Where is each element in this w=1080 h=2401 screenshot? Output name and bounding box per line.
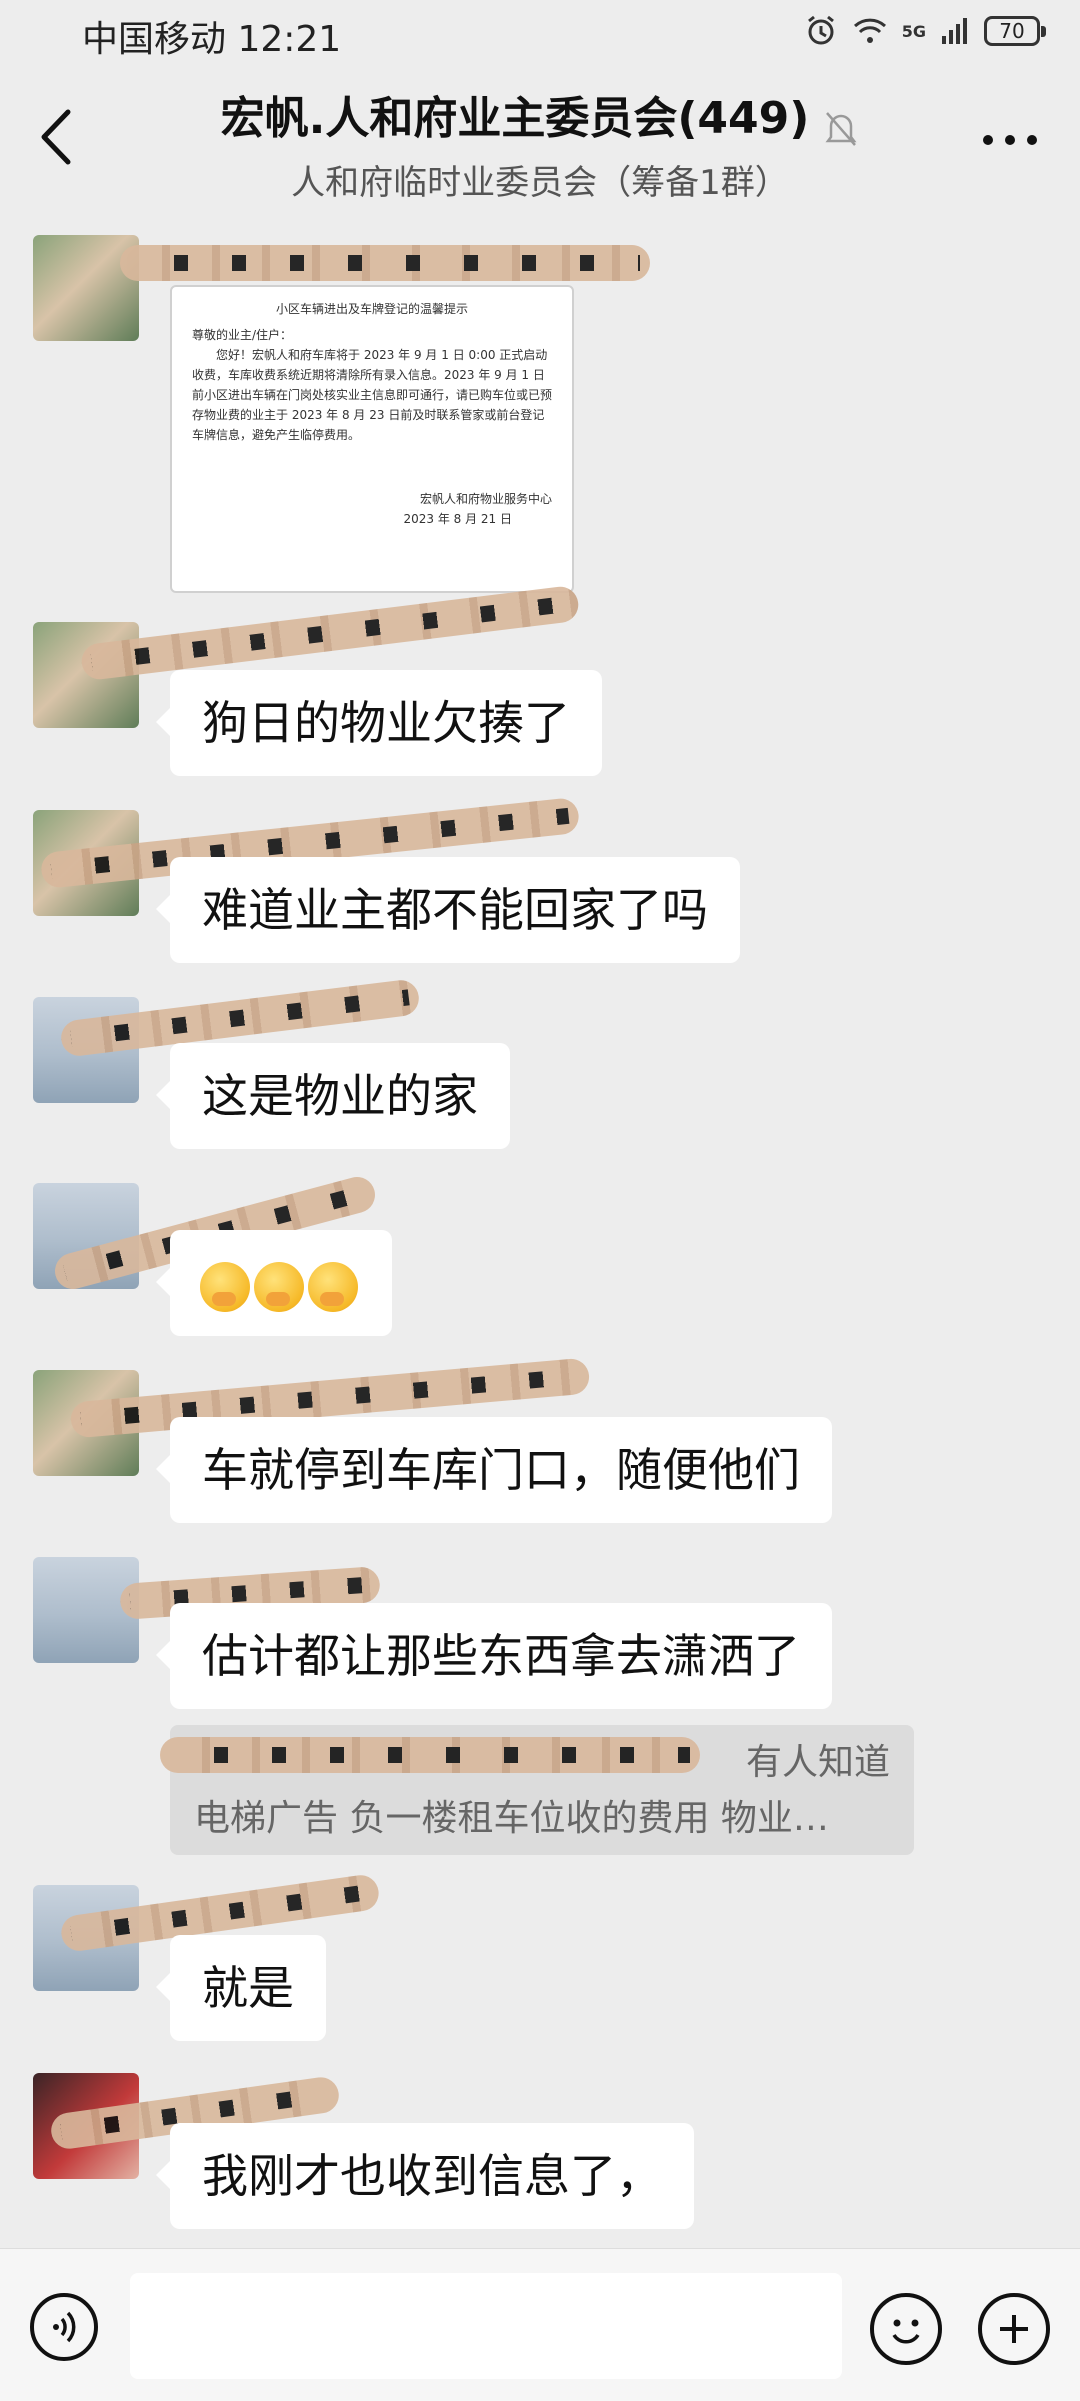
notice-signature: 宏帆人和府物业服务中心 xyxy=(419,492,552,506)
hugging-face-emoji-icon xyxy=(308,1261,358,1312)
hugging-face-emoji-icon xyxy=(254,1261,304,1312)
carrier-time: 中国移动 12:21 xyxy=(82,19,342,60)
notice-greeting: 尊敬的业主/住户： xyxy=(192,328,293,342)
signal-icon xyxy=(942,18,967,44)
voice-input-button[interactable] xyxy=(30,2293,98,2361)
message-bubble[interactable]: 估计都让那些东西拿去潇洒了 xyxy=(156,1603,832,1709)
back-icon[interactable] xyxy=(30,102,80,172)
redacted-sender-name xyxy=(79,584,581,682)
status-icons: 5G 70 xyxy=(804,14,1046,48)
message-bubble[interactable]: 难道业主都不能回家了吗 xyxy=(156,857,740,963)
battery-indicator: 70 xyxy=(984,16,1046,46)
emoji-button[interactable] xyxy=(870,2293,942,2365)
header-title-area: 宏帆.人和府业主委员会(449) 人和府临时业委员会（筹备1群） xyxy=(160,82,920,204)
message-bubble[interactable]: 这是物业的家 xyxy=(156,1043,510,1149)
hugging-face-emoji-icon xyxy=(200,1261,250,1312)
redacted-sender-name xyxy=(160,1737,700,1773)
network-type: 5G xyxy=(901,21,926,41)
emoji-message-bubble[interactable] xyxy=(156,1230,392,1336)
plus-icon xyxy=(1000,2315,1028,2343)
wifi-icon xyxy=(853,18,886,43)
message-bubble[interactable]: 我刚才也收到信息了， xyxy=(156,2123,694,2229)
notice-date: 2023 年 8 月 21 日 xyxy=(403,512,512,526)
group-subtitle: 人和府临时业委员会（筹备1群） xyxy=(291,162,789,203)
chat-message-list[interactable]: 小区车辆进出及车牌登记的温馨提示 尊敬的业主/住户： 您好！宏帆人和府车库将于 … xyxy=(0,205,1080,2245)
status-bar: 中国移动 12:21 5G 70 xyxy=(0,0,1080,72)
notice-title: 小区车辆进出及车牌登记的温馨提示 xyxy=(275,302,468,316)
quoted-message[interactable]: 有人知道 电梯广告 负一楼租车位收的费用 物业… xyxy=(160,1725,914,1855)
redacted-sender-name xyxy=(120,245,650,281)
alarm-icon xyxy=(807,15,834,45)
group-title: 宏帆.人和府业主委员会(449) xyxy=(220,93,810,144)
smiley-icon xyxy=(892,2319,920,2344)
message-bubble[interactable]: 就是 xyxy=(156,1935,326,2041)
quoted-text-line2: 电梯广告 负一楼租车位收的费用 物业… xyxy=(194,1798,829,1839)
input-bar xyxy=(0,2248,1080,2401)
notice-image-message[interactable]: 小区车辆进出及车牌登记的温馨提示 尊敬的业主/住户： 您好！宏帆人和府车库将于 … xyxy=(170,285,574,593)
mute-bell-icon xyxy=(825,111,857,146)
message-bubble[interactable]: 车就停到车库门口，随便他们 xyxy=(156,1417,832,1523)
chat-header: 宏帆.人和府业主委员会(449) 人和府临时业委员会（筹备1群） xyxy=(0,72,1080,204)
more-options-icon[interactable] xyxy=(980,130,1040,150)
message-bubble[interactable]: 狗日的物业欠揍了 xyxy=(156,670,602,776)
message-input[interactable] xyxy=(130,2273,842,2379)
notice-body: 您好！宏帆人和府车库将于 2023 年 9 月 1 日 0:00 正式启动收费，… xyxy=(192,348,553,442)
voice-icon xyxy=(53,2311,76,2343)
more-functions-button[interactable] xyxy=(978,2293,1050,2365)
